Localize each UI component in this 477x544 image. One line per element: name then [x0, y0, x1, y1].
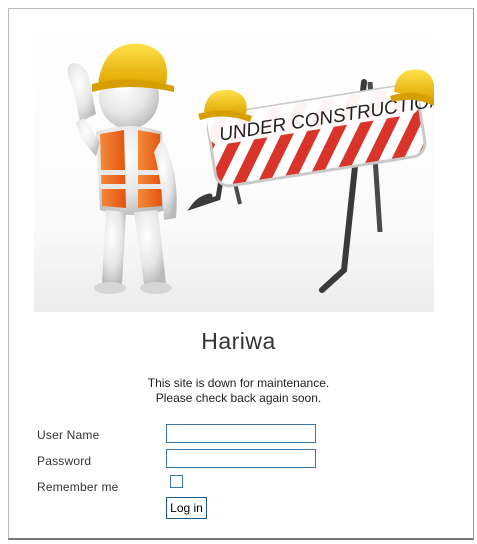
maintenance-line-1: This site is down for maintenance. — [147, 376, 330, 390]
username-input[interactable] — [166, 424, 316, 443]
construction-scene-image: UNDER CONSTRUCTION — [67, 43, 444, 294]
password-label: Password — [37, 454, 92, 468]
barrier-sign: UNDER CONSTRUCTION — [187, 69, 444, 293]
login-button[interactable]: Log in — [166, 497, 207, 519]
maintenance-line-2: Please check back again soon. — [155, 391, 322, 405]
worker-figure — [67, 43, 177, 294]
site-title: Hariwa — [201, 328, 276, 354]
under-construction-illustration: UNDER CONSTRUCTION — [34, 22, 444, 312]
remember-me-checkbox[interactable] — [170, 475, 183, 488]
maintenance-message: This site is down for maintenance. Pleas… — [0, 376, 477, 406]
remember-me-label: Remember me — [37, 480, 119, 494]
username-label: User Name — [37, 428, 100, 442]
password-input[interactable] — [166, 449, 316, 468]
